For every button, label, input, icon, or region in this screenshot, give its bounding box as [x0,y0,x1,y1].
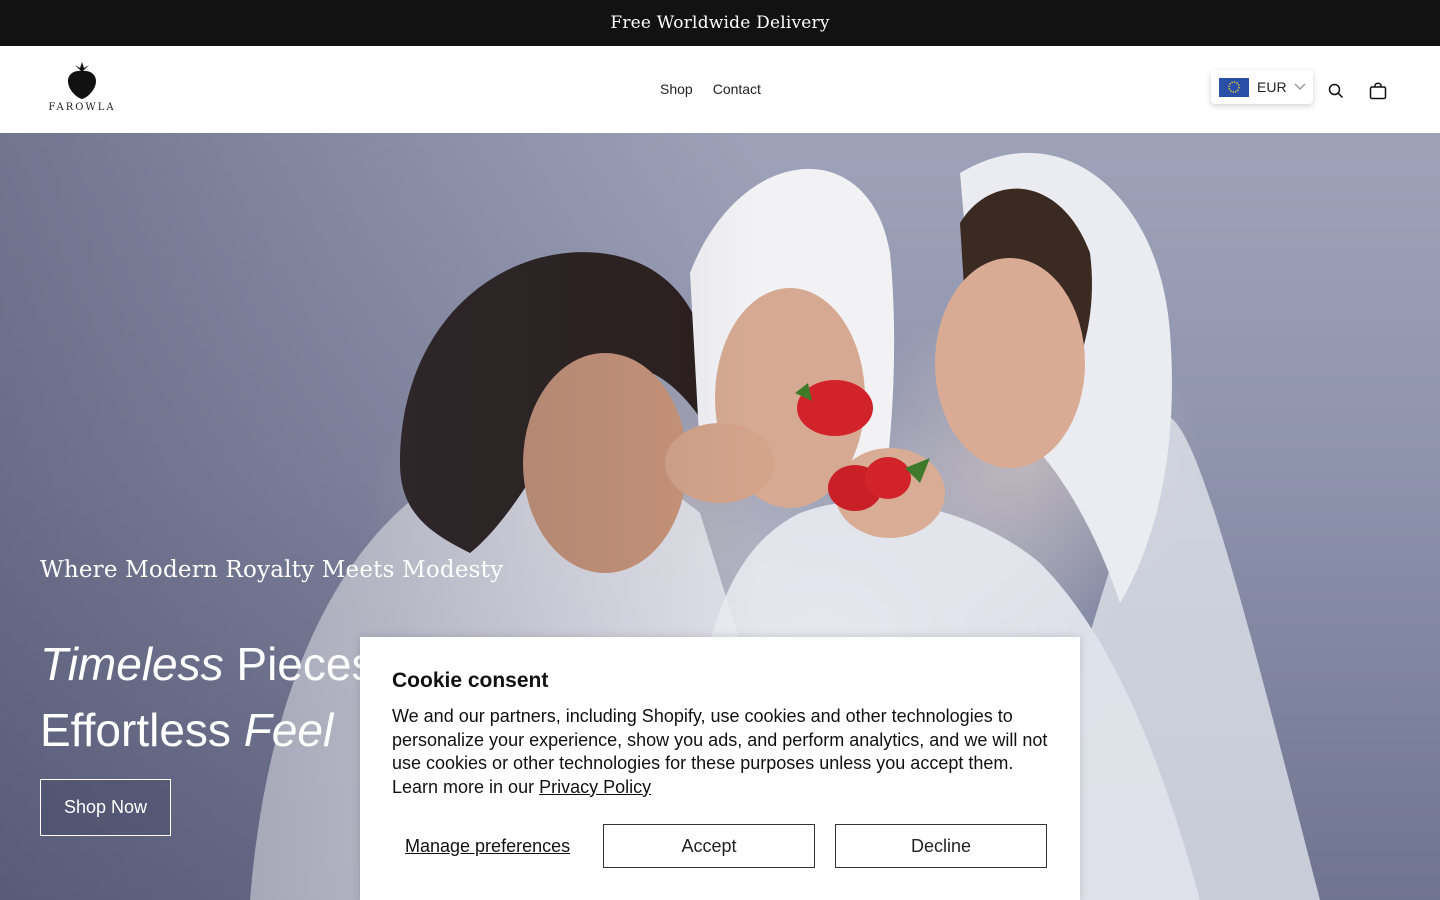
cookie-actions: Manage preferences Accept Decline [392,824,1048,868]
announcement-bar: Free Worldwide Delivery [0,0,1440,46]
search-icon[interactable] [1326,81,1346,101]
headline-text-2: Effortless [40,704,244,756]
strawberry-logo-icon [68,62,96,99]
hero-headline: Timeless Pieces Effortless Feel [40,631,374,763]
shop-now-button[interactable]: Shop Now [40,779,171,836]
cookie-consent-dialog: Cookie consent We and our partners, incl… [360,637,1080,900]
currency-code: EUR [1257,79,1287,95]
logo[interactable]: FAROWLA [48,62,116,118]
headline-line-2: Effortless Feel [40,697,374,763]
headline-line-1: Timeless Pieces [40,631,374,697]
currency-selector[interactable]: EUR [1211,70,1313,104]
nav-contact-link[interactable]: Contact [713,81,761,97]
cookie-title: Cookie consent [392,669,549,692]
decline-button[interactable]: Decline [835,824,1047,868]
nav-shop-link[interactable]: Shop [660,81,693,97]
headline-italic-2: Feel [243,704,334,756]
announcement-text: Free Worldwide Delivery [610,13,830,33]
main-nav: Shop Contact [660,81,761,97]
eu-flag-icon [1219,77,1249,97]
hero-tagline: Where Modern Royalty Meets Modesty [40,557,504,583]
accept-button[interactable]: Accept [603,824,815,868]
chevron-down-icon [1294,83,1306,90]
headline-text-1: Pieces [223,638,375,690]
shopping-bag-icon[interactable] [1368,81,1388,101]
site-header: FAROWLA Shop Contact EUR [0,46,1440,134]
manage-preferences-link[interactable]: Manage preferences [405,824,570,868]
headline-italic-1: Timeless [40,638,224,690]
privacy-policy-link[interactable]: Privacy Policy [539,777,651,797]
logo-text: FAROWLA [48,102,116,113]
cookie-body: We and our partners, including Shopify, … [392,705,1048,799]
cookie-body-text: We and our partners, including Shopify, … [392,706,1048,797]
